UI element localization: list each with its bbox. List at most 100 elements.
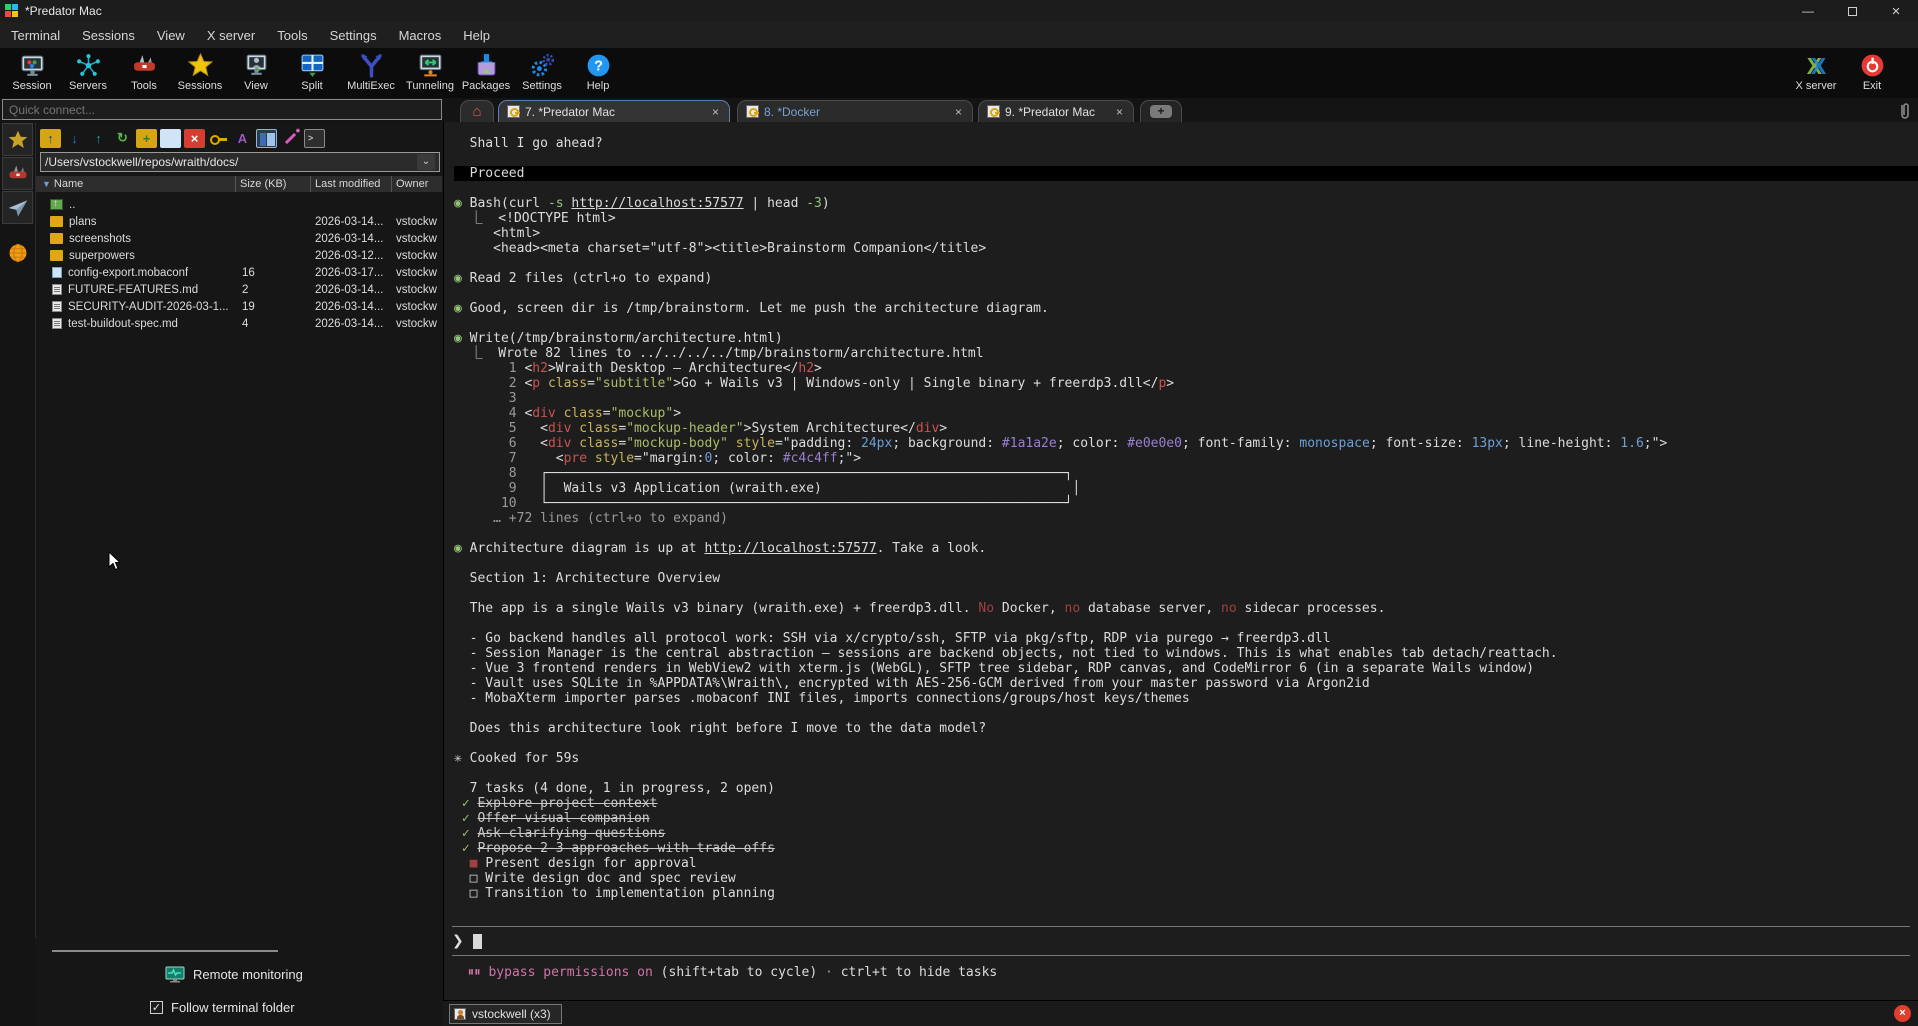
upload-icon[interactable]: ↑ xyxy=(88,129,109,148)
prompt-area: ❯ ⏸⏸ bypass permissions on (shift+tab to… xyxy=(444,926,1918,1000)
follow-terminal-checkbox[interactable]: ✓ Follow terminal folder xyxy=(150,1000,295,1015)
terminal-line: ◉ Good, screen dir is /tmp/brainstorm. L… xyxy=(454,301,1918,316)
refresh-icon[interactable]: ↻ xyxy=(112,129,133,148)
terminal-line: 2 <p class="subtitle">Go + Wails v3 | Wi… xyxy=(454,376,1918,391)
file-row[interactable]: superpowers2026-03-12...vstockw xyxy=(36,247,442,264)
paperclip-icon[interactable] xyxy=(1898,101,1912,121)
delete-icon[interactable]: × xyxy=(184,129,205,148)
column-owner[interactable]: Owner xyxy=(392,176,442,192)
remote-monitoring-toggle[interactable]: Remote monitoring xyxy=(165,966,303,983)
column-modified[interactable]: Last modified xyxy=(311,176,392,192)
toolbar-help-button[interactable]: ? Help xyxy=(570,50,626,92)
terminal-icon[interactable]: > xyxy=(304,129,325,148)
tab-close-icon[interactable]: × xyxy=(710,105,721,119)
md-icon xyxy=(52,318,62,329)
chevron-down-icon[interactable]: ⌄ xyxy=(417,154,435,170)
close-button[interactable]: × xyxy=(1874,0,1918,22)
file-modified: 2026-03-17... xyxy=(311,267,392,279)
toolbar-split-button[interactable]: Split xyxy=(284,50,340,92)
file-modified: 2026-03-14... xyxy=(311,301,392,313)
new-tab-button[interactable]: + xyxy=(1140,100,1182,122)
column-size[interactable]: Size (KB) xyxy=(236,176,311,192)
file-row[interactable]: .. xyxy=(36,196,442,213)
terminal-pane[interactable]: Shall I go ahead? Proceed◉ Bash(curl -s … xyxy=(443,122,1918,1000)
file-name: screenshots xyxy=(69,233,131,245)
home-tab[interactable]: ⌂ xyxy=(460,100,494,122)
parent-dir-icon[interactable]: ↑ xyxy=(40,129,61,148)
terminal-line: … +72 lines (ctrl+o to expand) xyxy=(454,511,1918,526)
menu-terminal[interactable]: Terminal xyxy=(0,24,71,47)
quick-connect-input[interactable] xyxy=(2,99,442,120)
app-logo-icon xyxy=(5,4,19,18)
toolbar-session-button[interactable]: Session xyxy=(4,50,60,92)
file-row[interactable]: SECURITY-AUDIT-2026-03-1...192026-03-14.… xyxy=(36,298,442,315)
menu-xserver[interactable]: X server xyxy=(196,24,266,47)
toolbar-tools-button[interactable]: Tools xyxy=(116,50,172,92)
terminal-line: ⎿ Wrote 82 lines to ../../../../tmp/brai… xyxy=(454,346,1918,361)
tab-close-icon[interactable]: × xyxy=(953,105,964,119)
tab-8-docker[interactable]: 8. *Docker × xyxy=(737,100,973,122)
terminal-line: - Vault uses SQLite in %APPDATA%\Wraith\… xyxy=(454,676,1918,691)
file-row[interactable]: config-export.mobaconf162026-03-17...vst… xyxy=(36,264,442,281)
path-dropdown[interactable]: /Users/vstockwell/repos/wraith/docs/ ⌄ xyxy=(40,152,440,172)
toolbar-settings-button[interactable]: Settings xyxy=(514,50,570,92)
file-modified: 2026-03-14... xyxy=(311,318,392,330)
key-icon[interactable] xyxy=(208,129,229,148)
rail-sessions-star-icon[interactable] xyxy=(2,123,33,156)
toolbar-servers-button[interactable]: Servers xyxy=(60,50,116,92)
file-row[interactable]: plans2026-03-14...vstockw xyxy=(36,213,442,230)
menu-sessions[interactable]: Sessions xyxy=(71,24,146,47)
file-row[interactable]: screenshots2026-03-14...vstockw xyxy=(36,230,442,247)
toolbar-exit-button[interactable]: Exit xyxy=(1844,50,1900,92)
folder-icon xyxy=(50,250,63,261)
sort-arrow-icon: ▼ xyxy=(42,179,51,189)
menu-settings[interactable]: Settings xyxy=(319,24,388,47)
terminal-line xyxy=(454,706,1918,721)
column-name[interactable]: ▼Name xyxy=(36,176,236,192)
font-icon[interactable]: A xyxy=(232,129,253,148)
terminal-line: ✓ Explore project context xyxy=(454,796,1918,811)
toolbar-tunneling-button[interactable]: Tunneling xyxy=(402,50,458,92)
file-row[interactable]: test-buildout-spec.md42026-03-14...vstoc… xyxy=(36,315,442,332)
terminal-line: ◉ Write(/tmp/brainstorm/architecture.htm… xyxy=(454,331,1918,346)
file-row[interactable]: FUTURE-FEATURES.md22026-03-14...vstockw xyxy=(36,281,442,298)
tab-7-predator-mac[interactable]: 7. *Predator Mac × xyxy=(498,100,730,122)
toolbar-multiexec-button[interactable]: MultiExec xyxy=(340,50,402,92)
new-file-icon[interactable] xyxy=(160,129,181,148)
menu-help[interactable]: Help xyxy=(452,24,501,47)
menu-macros[interactable]: Macros xyxy=(388,24,453,47)
close-session-button[interactable]: × xyxy=(1894,1005,1911,1022)
menu-view[interactable]: View xyxy=(146,24,196,47)
svg-text:?: ? xyxy=(594,59,603,75)
terminal-line: 3 xyxy=(454,391,1918,406)
minimize-button[interactable]: — xyxy=(1786,0,1830,22)
md-icon xyxy=(52,284,62,295)
rail-web-globe-icon[interactable] xyxy=(2,236,33,269)
toolbar-packages-button[interactable]: Packages xyxy=(458,50,514,92)
terminal-line: ✳ Cooked for 59s xyxy=(454,751,1918,766)
checkbox-checked-icon[interactable]: ✓ xyxy=(150,1001,163,1014)
file-owner: vstockw xyxy=(392,267,442,279)
terminal-line: ✓ Propose 2-3 approaches with trade-offs xyxy=(454,841,1918,856)
terminal-line xyxy=(454,286,1918,301)
toolbar-sessions-button[interactable]: Sessions xyxy=(172,50,228,92)
prompt-line[interactable]: ❯ xyxy=(450,927,1912,955)
menu-tools[interactable]: Tools xyxy=(266,24,318,47)
new-folder-icon[interactable]: + xyxy=(136,129,157,148)
terminal-line xyxy=(454,586,1918,601)
split-view-icon[interactable] xyxy=(256,129,277,148)
terminal-line: - MobaXterm importer parses .mobaconf IN… xyxy=(454,691,1918,706)
rail-macros-plane-icon[interactable] xyxy=(2,191,33,224)
wizard-icon[interactable] xyxy=(280,129,301,148)
terminal-line: 10 └────────────────────────────────────… xyxy=(454,496,1918,511)
tab-close-icon[interactable]: × xyxy=(1114,105,1125,119)
divider xyxy=(52,950,278,952)
download-icon[interactable]: ↓ xyxy=(64,129,85,148)
rail-tools-knife-icon[interactable] xyxy=(2,157,33,190)
toolbar-view-button[interactable]: View xyxy=(228,50,284,92)
tab-9-predator-mac[interactable]: 9. *Predator Mac × xyxy=(978,100,1134,122)
multiexec-icon xyxy=(358,52,385,79)
user-session-tab[interactable]: vstockwell (x3) xyxy=(449,1004,562,1024)
toolbar-xserver-button[interactable]: XX X server xyxy=(1788,50,1844,92)
maximize-button[interactable] xyxy=(1830,0,1874,22)
